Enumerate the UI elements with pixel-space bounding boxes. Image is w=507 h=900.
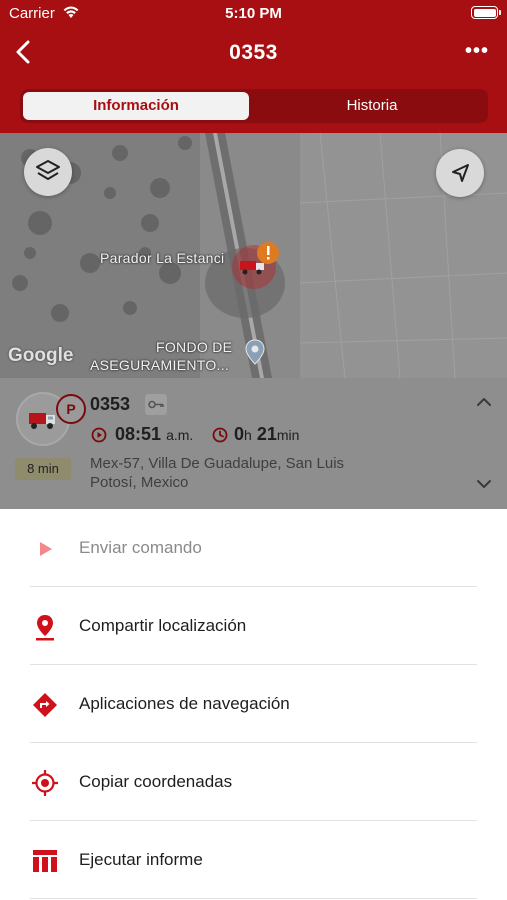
duration-minutes-unit: min xyxy=(276,427,300,443)
duration-hours: 0 xyxy=(234,424,245,444)
layers-icon xyxy=(36,160,60,180)
action-label: Aplicaciones de navegación xyxy=(79,694,290,713)
more-menu-button[interactable]: ••• xyxy=(465,40,489,63)
map-view[interactable]: Parador La Estanci FONDO DE ASEGURAMIENT… xyxy=(0,133,507,378)
battery-icon xyxy=(471,6,501,19)
app-header: Carrier 5:10 PM 0353 ••• Información His… xyxy=(0,0,507,133)
map-place-label: Parador La Estanci xyxy=(100,250,225,266)
google-logo: Google xyxy=(8,345,74,366)
duration-minutes: 21 xyxy=(256,424,277,444)
elapsed-time-pill: 8 min xyxy=(15,458,71,480)
page-title: 0353 xyxy=(229,41,278,64)
location-pin-icon xyxy=(36,615,54,641)
divider xyxy=(30,898,477,899)
locate-me-button[interactable] xyxy=(436,149,484,197)
share-location-action[interactable]: Compartir localización xyxy=(0,587,507,665)
vehicle-marker[interactable] xyxy=(222,239,282,299)
map-place-label: ASEGURAMIENTO... xyxy=(90,357,230,373)
start-time-value: 08:51 xyxy=(115,424,162,444)
chevron-up-icon[interactable] xyxy=(476,394,492,410)
start-clock-icon xyxy=(91,427,107,443)
clock-time: 5:10 PM xyxy=(225,5,282,22)
vehicle-name: 0353 xyxy=(90,394,131,414)
copy-coordinates-action[interactable]: Copiar coordenadas xyxy=(0,743,507,821)
map-layers-button[interactable] xyxy=(24,148,72,196)
navigation-apps-action[interactable]: Aplicaciones de navegación xyxy=(0,665,507,743)
navigation-diamond-icon xyxy=(33,693,57,717)
chevron-down-icon[interactable] xyxy=(476,476,492,492)
map-pin-icon xyxy=(245,339,265,365)
start-time: 08:51 a.m. xyxy=(115,424,193,445)
send-command-action[interactable]: Enviar comando xyxy=(0,509,507,587)
map-place-label: FONDO DE xyxy=(156,339,233,355)
action-label: Compartir localización xyxy=(79,616,247,635)
duration: 0h 21min xyxy=(234,424,299,445)
crosshair-icon xyxy=(32,770,58,796)
start-time-period: a.m. xyxy=(166,427,194,443)
segmented-tabs: Información Historia xyxy=(20,89,488,123)
vehicle-address: Mex-57, Villa De Guadalupe, San Luis Pot… xyxy=(90,455,345,491)
parked-status-badge: P xyxy=(56,394,86,424)
action-label: Enviar comando xyxy=(79,538,202,557)
duration-clock-icon xyxy=(212,427,228,443)
action-label: Copiar coordenadas xyxy=(79,772,233,791)
navigation-arrow-icon xyxy=(452,164,469,182)
action-label: Ejecutar informe xyxy=(79,850,203,869)
tab-informacion[interactable]: Información xyxy=(23,92,249,120)
play-icon xyxy=(40,542,52,556)
status-bar: Carrier 5:10 PM xyxy=(0,0,507,28)
run-report-action[interactable]: Ejecutar informe xyxy=(0,821,507,899)
tab-historia[interactable]: Historia xyxy=(259,92,485,120)
report-table-icon xyxy=(33,850,57,872)
duration-hours-unit: h xyxy=(244,427,252,443)
key-icon xyxy=(145,394,167,415)
